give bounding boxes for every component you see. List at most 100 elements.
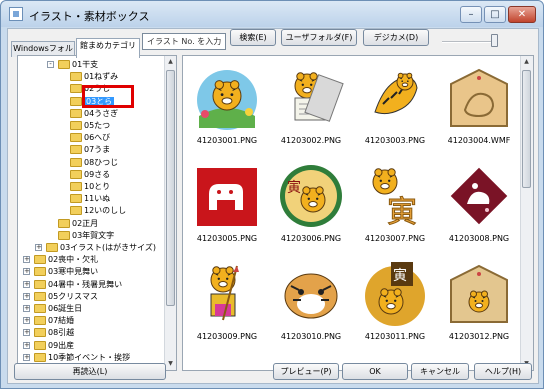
expand-icon[interactable]: + xyxy=(23,256,30,264)
tree-node[interactable]: 02正月 xyxy=(58,217,98,230)
tree-scrollbar[interactable]: ▲ ▼ xyxy=(164,56,176,370)
tree-scroll-thumb[interactable] xyxy=(166,70,175,306)
expand-icon[interactable]: + xyxy=(23,317,30,325)
tree-node[interactable]: 06へび xyxy=(70,131,110,144)
reload-button[interactable]: 再読込(L) xyxy=(14,363,166,380)
tree-node[interactable]: +03イラスト(はがきサイズ) xyxy=(35,241,157,254)
tree-node-label: 01ねずみ xyxy=(84,72,119,82)
search-input[interactable]: イラスト No. を入力 xyxy=(142,33,226,50)
expand-icon[interactable]: + xyxy=(23,329,30,337)
tree-node[interactable]: +04暑中・残暑見舞い xyxy=(23,278,122,291)
tree-node[interactable]: +10季節イベント・挨拶 xyxy=(23,351,131,364)
tree-node-label: 07結婚 xyxy=(48,316,75,326)
folder-icon xyxy=(34,340,46,350)
tiger-kanji-circle-icon: 寅 xyxy=(277,162,345,230)
close-button[interactable]: ✕ xyxy=(508,6,536,23)
tree-node[interactable]: 03年賀文字 xyxy=(58,229,114,242)
tree-node[interactable]: 09さる xyxy=(70,168,110,181)
tree-node-label: 03イラスト(はがきサイズ) xyxy=(60,243,157,252)
thumbnail-item[interactable]: 41203009.PNG xyxy=(187,260,267,354)
tree-node-label: 09出産 xyxy=(48,340,75,350)
grid-scroll-thumb[interactable] xyxy=(522,70,531,188)
tree-node[interactable]: +02喪中・欠礼 xyxy=(23,253,99,266)
tree-node-label: 01干支 xyxy=(72,60,99,69)
folder-icon xyxy=(46,243,58,252)
leaping-tiger-icon xyxy=(361,64,429,132)
thumbnail-item[interactable]: 41203002.PNG xyxy=(271,64,351,158)
expand-icon[interactable]: + xyxy=(23,305,30,312)
ema-tiger-icon xyxy=(445,260,513,328)
grid-scroll-up-icon[interactable]: ▲ xyxy=(522,57,531,67)
digicam-button[interactable]: デジカメ(D) xyxy=(363,29,429,46)
collapse-icon[interactable]: - xyxy=(47,61,54,68)
thumbnail-item[interactable]: 寅 41203011.PNG xyxy=(355,260,435,354)
folder-icon xyxy=(34,352,46,362)
tree-node-label: 02正月 xyxy=(72,218,99,228)
expand-icon[interactable]: + xyxy=(35,244,42,251)
tree-node-label: 05たつ xyxy=(84,121,111,130)
minimize-button[interactable]: – xyxy=(460,6,482,23)
folder-icon xyxy=(70,96,82,106)
ok-button[interactable]: OK xyxy=(342,363,408,380)
folder-icon xyxy=(58,218,70,228)
tree-node-label: 08ひつじ xyxy=(84,157,119,167)
tree-node-label: 03寒中見舞い xyxy=(48,267,99,277)
tree-node[interactable]: 08ひつじ xyxy=(70,156,118,169)
tree-node[interactable]: 04うさぎ xyxy=(70,107,118,120)
zoom-slider-track xyxy=(442,41,498,43)
thumbnail-item[interactable]: 41203012.PNG xyxy=(439,260,519,354)
help-button[interactable]: ヘルプ(H) xyxy=(474,363,532,380)
maximize-button[interactable]: □ xyxy=(484,6,506,23)
tree-node[interactable]: +09出産 xyxy=(23,339,75,352)
tree-node[interactable]: 07うま xyxy=(70,143,110,156)
preview-button[interactable]: プレビュー(P) xyxy=(273,363,339,380)
tree-node[interactable]: +05クリスマス xyxy=(23,290,98,303)
tree-node[interactable]: 10とり xyxy=(70,180,110,193)
tree-node[interactable]: 11いぬ xyxy=(70,192,110,205)
thumbnail-item[interactable]: 41203003.PNG xyxy=(355,64,435,158)
tab-category[interactable]: 館まめカテゴリ xyxy=(76,38,140,58)
folder-icon xyxy=(34,267,46,277)
thumbnail-item[interactable]: 寅 41203007.PNG xyxy=(355,162,435,256)
title-bar[interactable]: イラスト・素材ボックス – □ ✕ xyxy=(1,1,543,27)
expand-icon[interactable]: + xyxy=(23,341,30,349)
grid-scrollbar[interactable]: ▲ ▼ xyxy=(520,56,533,370)
expand-icon[interactable]: + xyxy=(23,292,30,300)
tree-node-label: 10季節イベント・挨拶 xyxy=(48,352,131,362)
tree-node[interactable]: 12いのしし xyxy=(70,204,126,217)
zoom-slider-thumb[interactable] xyxy=(491,34,498,47)
tree-node-label: 04うさぎ xyxy=(84,108,119,118)
thumbnail-item[interactable]: 寅 41203006.PNG xyxy=(271,162,351,256)
dialog-window: イラスト・素材ボックス – □ ✕ Windowsフォルダ 館まめカテゴリ イラ… xyxy=(0,0,544,389)
dialog-client: Windowsフォルダ 館まめカテゴリ イラスト No. を入力 検索(E) ユ… xyxy=(7,28,539,384)
thumbnail-grid[interactable]: 41203001.PNG 41203002.PNG 41203003.PNG 4120… xyxy=(182,55,534,371)
thumbnail-item[interactable]: 41203005.PNG xyxy=(187,162,267,256)
tree-node[interactable]: +03寒中見舞い xyxy=(23,265,99,278)
thumbnail-item[interactable]: 41203001.PNG xyxy=(187,64,267,158)
thumbnail-filename: 41203012.PNG xyxy=(448,332,510,341)
scroll-down-arrow-icon[interactable]: ▼ xyxy=(166,359,175,369)
thumbnail-item[interactable]: 41203010.PNG xyxy=(271,260,351,354)
user-folder-button[interactable]: ユーザフォルダ(F) xyxy=(281,29,357,46)
thumbnail-item[interactable]: 41203008.PNG xyxy=(439,162,519,256)
app-icon xyxy=(9,7,23,21)
thumbnail-filename: 41203004.WMF xyxy=(447,136,511,145)
tree-node-label: 02喪中・欠礼 xyxy=(48,255,99,265)
tiger-reading-scroll-icon xyxy=(277,64,345,132)
tree-node[interactable]: +08引越 xyxy=(23,326,74,339)
tree-node[interactable]: - 01干支 xyxy=(47,58,99,71)
tree-node[interactable]: +07結婚 xyxy=(23,314,75,327)
thumbnail-filename: 41203001.PNG xyxy=(196,136,258,145)
folder-icon xyxy=(70,72,82,82)
scroll-up-arrow-icon[interactable]: ▲ xyxy=(166,57,175,67)
tree-node[interactable]: +06誕生日 xyxy=(23,302,82,315)
expand-icon[interactable]: + xyxy=(23,280,30,288)
expand-icon[interactable]: + xyxy=(23,268,30,276)
tree-node[interactable]: 01ねずみ xyxy=(70,70,118,83)
expand-icon[interactable]: + xyxy=(23,353,30,361)
thumbnail-item[interactable]: 41203004.WMF xyxy=(439,64,519,158)
tree-node[interactable]: 05たつ xyxy=(70,119,110,132)
diamond-tiger-icon xyxy=(445,162,513,230)
search-button[interactable]: 検索(E) xyxy=(230,29,276,46)
cancel-button[interactable]: キャンセル xyxy=(411,363,469,380)
